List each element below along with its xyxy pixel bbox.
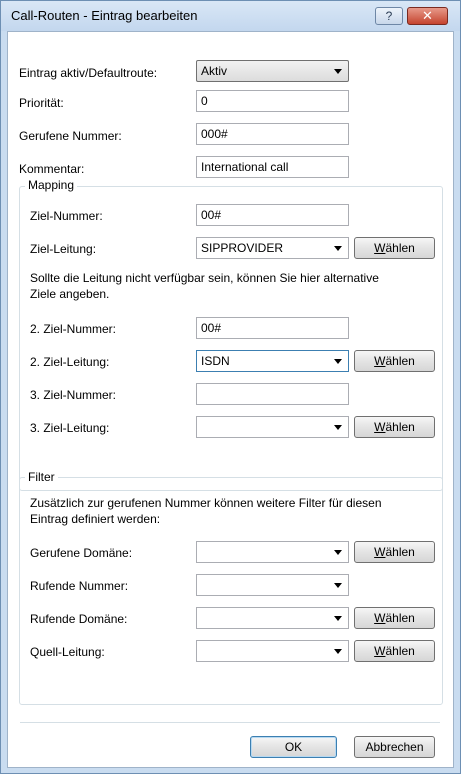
target3-line-label: 3. Ziel-Leitung: bbox=[30, 421, 110, 435]
priority-label: Priorität: bbox=[19, 96, 64, 110]
active-label: Eintrag aktiv/Defaultroute: bbox=[19, 66, 158, 80]
chevron-down-icon bbox=[334, 649, 342, 654]
target2-number-label: 2. Ziel-Nummer: bbox=[30, 322, 117, 336]
target-number-label: Ziel-Nummer: bbox=[30, 209, 103, 223]
chevron-down-icon bbox=[334, 550, 342, 555]
target2-number-input[interactable]: 00# bbox=[196, 317, 349, 339]
filter-info-text: Zusätzlich zur gerufenen Nummer können w… bbox=[30, 496, 382, 526]
priority-input[interactable]: 0 bbox=[196, 90, 349, 112]
target3-line-select[interactable] bbox=[196, 416, 349, 438]
comment-label: Kommentar: bbox=[19, 162, 85, 176]
ok-button[interactable]: OK bbox=[250, 736, 337, 758]
called-domain-select[interactable] bbox=[196, 541, 349, 563]
target-number-input[interactable]: 00# bbox=[196, 204, 349, 226]
target2-line-label: 2. Ziel-Leitung: bbox=[30, 355, 110, 369]
active-select[interactable]: Aktiv bbox=[196, 60, 349, 82]
dialog-window: Call-Routen - Eintrag bearbeiten ? ✕ Ein… bbox=[0, 0, 461, 774]
calling-domain-select[interactable] bbox=[196, 607, 349, 629]
called-number-input[interactable]: 000# bbox=[196, 123, 349, 145]
help-button[interactable]: ? bbox=[375, 7, 403, 25]
footer-separator bbox=[20, 722, 440, 723]
calling-domain-label: Rufende Domäne: bbox=[30, 612, 128, 626]
target-line-value: SIPPROVIDER bbox=[201, 241, 284, 255]
calling-number-select[interactable] bbox=[196, 574, 349, 596]
source-line-label: Quell-Leitung: bbox=[30, 645, 105, 659]
filter-title: Filter bbox=[25, 470, 58, 484]
comment-input[interactable]: International call bbox=[196, 156, 349, 178]
target-line-label: Ziel-Leitung: bbox=[30, 242, 97, 256]
choose-called-domain-button[interactable]: Wählen bbox=[354, 541, 435, 563]
choose-target2-line-button[interactable]: Wählen bbox=[354, 350, 435, 372]
called-number-label: Gerufene Nummer: bbox=[19, 129, 122, 143]
chevron-down-icon bbox=[334, 246, 342, 251]
title-bar[interactable]: Call-Routen - Eintrag bearbeiten ? ✕ bbox=[1, 1, 460, 31]
chevron-down-icon bbox=[334, 69, 342, 74]
choose-source-line-button[interactable]: Wählen bbox=[354, 640, 435, 662]
called-domain-label: Gerufene Domäne: bbox=[30, 546, 133, 560]
target3-number-label: 3. Ziel-Nummer: bbox=[30, 388, 117, 402]
target2-line-select[interactable]: ISDN bbox=[196, 350, 349, 372]
cancel-button[interactable]: Abbrechen bbox=[354, 736, 435, 758]
chevron-down-icon bbox=[334, 359, 342, 364]
dialog-body: Eintrag aktiv/Defaultroute: Aktiv Priori… bbox=[7, 31, 454, 768]
target2-line-value: ISDN bbox=[201, 354, 230, 368]
target-line-select[interactable]: SIPPROVIDER bbox=[196, 237, 349, 259]
active-select-value: Aktiv bbox=[201, 64, 228, 78]
close-button[interactable]: ✕ bbox=[407, 7, 448, 25]
target3-number-input[interactable] bbox=[196, 383, 349, 405]
chevron-down-icon bbox=[334, 616, 342, 621]
calling-number-label: Rufende Nummer: bbox=[30, 579, 129, 593]
window-title: Call-Routen - Eintrag bearbeiten bbox=[11, 8, 198, 23]
chevron-down-icon bbox=[334, 583, 342, 588]
mapping-info-text: Sollte die Leitung nicht verfügbar sein,… bbox=[30, 271, 379, 301]
choose-target-line-button[interactable]: Wählen bbox=[354, 237, 435, 259]
chevron-down-icon bbox=[334, 425, 342, 430]
choose-target3-line-button[interactable]: Wählen bbox=[354, 416, 435, 438]
mapping-title: Mapping bbox=[25, 178, 78, 192]
source-line-select[interactable] bbox=[196, 640, 349, 662]
choose-calling-domain-button[interactable]: Wählen bbox=[354, 607, 435, 629]
